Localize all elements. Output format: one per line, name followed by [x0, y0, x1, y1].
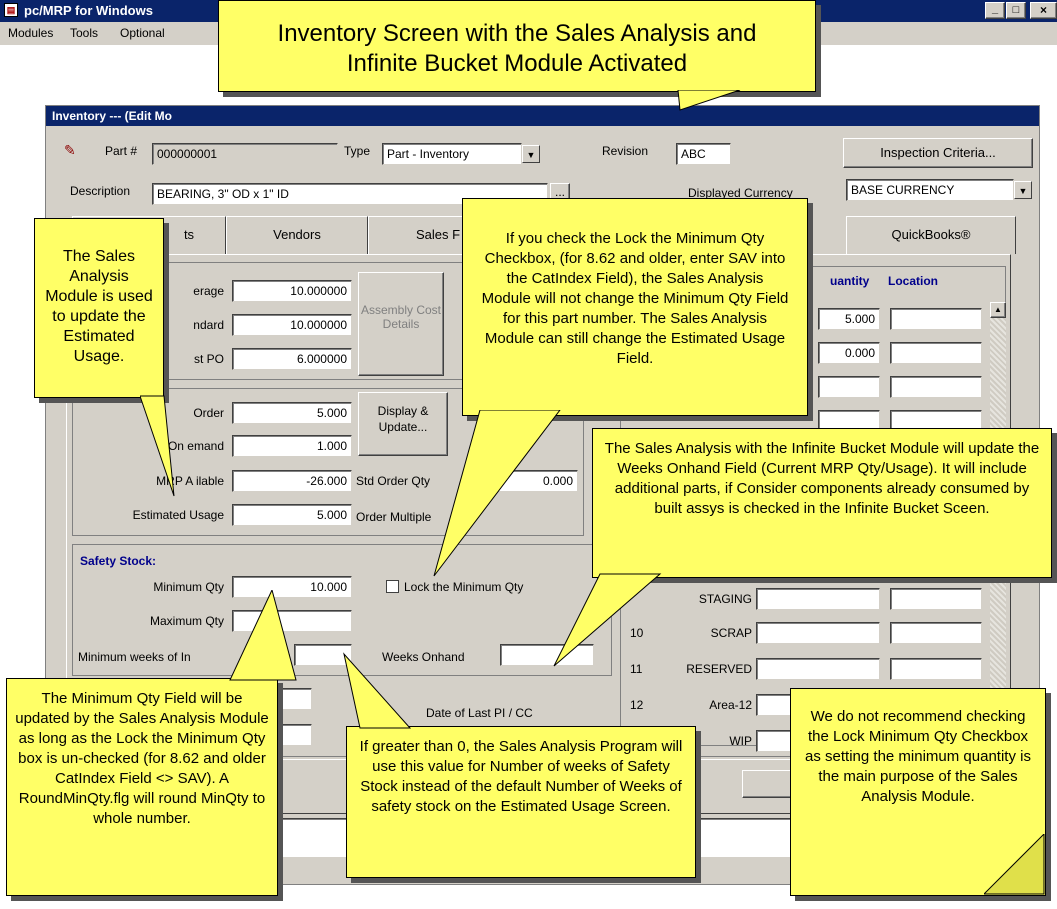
inspection-criteria-button[interactable]: Inspection Criteria...: [843, 138, 1033, 168]
on-order-field[interactable]: 5.000: [232, 402, 352, 424]
location-name-2[interactable]: [890, 342, 982, 364]
tab-quickbooks-label: QuickBooks®: [891, 227, 971, 242]
revision-label: Revision: [602, 144, 649, 158]
type-dropdown-arrow[interactable]: ▼: [522, 145, 540, 163]
inventory-title-bar: Inventory --- (Edit Mo: [46, 106, 1039, 126]
standard-cost-field[interactable]: 10.000000: [232, 314, 352, 336]
callout-recommend-fold: [984, 834, 1045, 895]
location-row-10-qty[interactable]: [756, 622, 880, 644]
callout-title: Inventory Screen with the Sales Analysis…: [218, 0, 816, 92]
currency-dropdown-arrow[interactable]: ▼: [1014, 181, 1032, 199]
description-label: Description: [70, 184, 131, 198]
part-number-field[interactable]: 000000001: [152, 143, 338, 165]
app-icon: ▤: [4, 3, 18, 17]
location-row-staging-qty[interactable]: [756, 588, 880, 610]
tab-sales-label: Sales F: [415, 227, 461, 242]
lock-minimum-qty-label: Lock the Minimum Qty: [404, 580, 524, 594]
location-row-10-loc[interactable]: [890, 622, 982, 644]
callout-greater-zero: If greater than 0, the Sales Analysis Pr…: [346, 726, 696, 878]
tab-vendors[interactable]: Vendors: [226, 216, 368, 254]
callout-sales-usage-pointer: [140, 395, 175, 497]
location-row-11-qty[interactable]: [756, 658, 880, 680]
on-demand-field[interactable]: 1.000: [232, 435, 352, 457]
callout-lock: If you check the Lock the Minimum Qty Ch…: [462, 198, 808, 416]
menu-tools[interactable]: Tools: [70, 26, 98, 40]
close-button[interactable]: ×: [1030, 2, 1057, 19]
tab-vendors-label: Vendors: [273, 227, 321, 242]
callout-infinite-bucket: The Sales Analysis with the Infinite Buc…: [592, 428, 1052, 578]
inventory-title: Inventory --- (Edit Mo: [52, 109, 172, 123]
location-qty-2[interactable]: 0.000: [818, 342, 880, 364]
callout-recommend-text: We do not recommend checking the Lock Mi…: [805, 708, 1031, 805]
type-label: Type: [344, 144, 371, 158]
location-qty-1[interactable]: 5.000: [818, 308, 880, 330]
menu-modules[interactable]: Modules: [8, 26, 53, 40]
maximize-button[interactable]: □: [1006, 2, 1026, 19]
location-name-1[interactable]: [890, 308, 982, 330]
callout-minimum-qty-pointer: [229, 590, 297, 681]
quantity-column-header: uantity: [830, 274, 870, 288]
callout-sales-usage: The Sales Analysis Module is used to upd…: [34, 218, 164, 398]
date-last-pi-label: Date of Last PI / CC: [426, 706, 533, 720]
menu-optional[interactable]: Optional: [120, 26, 165, 40]
callout-minimum-qty: The Minimum Qty Field will be updated by…: [6, 678, 278, 896]
callout-infinite-bucket-pointer: [553, 573, 662, 667]
location-column-header: Location: [888, 274, 938, 288]
last-po-cost-field[interactable]: 6.000000: [232, 348, 352, 370]
callout-title-text: Inventory Screen with the Sales Analysis…: [277, 20, 757, 77]
location-row-11-loc[interactable]: [890, 658, 982, 680]
callout-infinite-bucket-text: The Sales Analysis with the Infinite Buc…: [604, 440, 1040, 517]
mrp-available-field[interactable]: -26.000: [232, 470, 352, 492]
location-row-staging-loc[interactable]: [890, 588, 982, 610]
min-weeks-inventory-label: Minimum weeks of In: [78, 650, 191, 664]
callout-greater-zero-text: If greater than 0, the Sales Analysis Pr…: [359, 738, 683, 815]
minimize-button[interactable]: _: [985, 2, 1005, 19]
app-title: pc/MRP for Windows: [24, 3, 153, 18]
callout-greater-zero-pointer: [343, 652, 412, 729]
callout-minimum-qty-text: The Minimum Qty Field will be updated by…: [15, 690, 269, 827]
location-qty-3[interactable]: [818, 376, 880, 398]
scroll-up-arrow[interactable]: ▲: [990, 302, 1006, 318]
average-cost-field[interactable]: 10.000000: [232, 280, 352, 302]
tab-quickbooks[interactable]: QuickBooks®: [846, 216, 1016, 254]
safety-stock-title: Safety Stock:: [80, 554, 157, 568]
lock-minimum-qty-checkbox[interactable]: [386, 580, 399, 593]
location-row-12-num: 12: [630, 698, 644, 712]
estimated-usage-label: Estimated Usage: [132, 508, 224, 522]
part-label: Part #: [105, 144, 138, 158]
callout-title-pointer: [677, 90, 741, 111]
currency-select[interactable]: BASE CURRENCY: [846, 179, 1014, 201]
type-select[interactable]: Part - Inventory: [382, 143, 522, 165]
callout-lock-text: If you check the Lock the Minimum Qty Ch…: [481, 230, 789, 367]
location-name-3[interactable]: [890, 376, 982, 398]
callout-lock-pointer: [433, 410, 561, 577]
revision-field[interactable]: ABC: [676, 143, 731, 165]
tab-costs-label: ts: [183, 227, 195, 242]
assembly-cost-details-button[interactable]: Assembly Cost Details: [358, 272, 444, 376]
std-order-qty-label: Std Order Qty: [356, 474, 431, 488]
callout-sales-usage-text: The Sales Analysis Module is used to upd…: [45, 248, 153, 365]
estimated-usage-field[interactable]: 5.000: [232, 504, 352, 526]
assembly-cost-details-label: Assembly Cost Details: [360, 303, 442, 331]
location-row-12-name: Area-12: [709, 698, 752, 712]
part-icon: ✎: [64, 142, 76, 158]
